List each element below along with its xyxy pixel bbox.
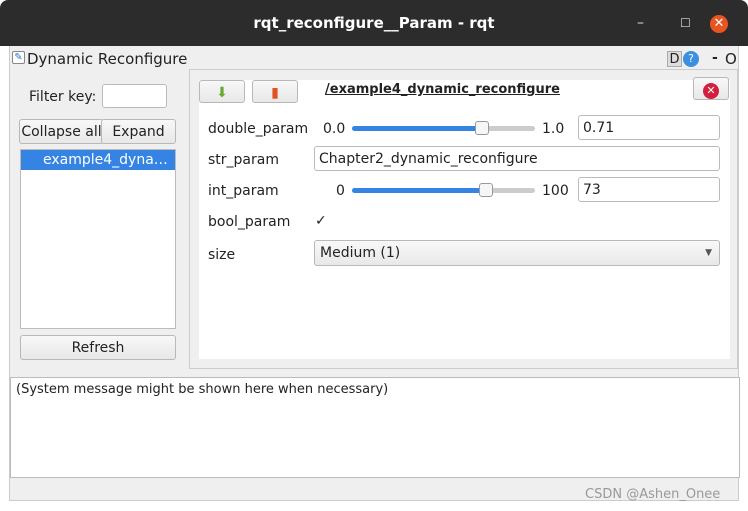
watermark: CSDN @Ashen_Onee: [585, 487, 721, 502]
int-value-input[interactable]: 73: [578, 177, 720, 202]
slider-handle[interactable]: [474, 121, 489, 135]
app-body: ✎ Dynamic Reconfigure D ? - O Filter key…: [9, 46, 740, 501]
str-param-label: str_param: [208, 152, 279, 168]
int-slider[interactable]: [352, 183, 535, 197]
size-label: size: [208, 247, 236, 263]
double-value-input[interactable]: 0.71: [578, 115, 720, 140]
maximize-button[interactable]: ☐: [680, 15, 691, 31]
load-icon[interactable]: ▮: [252, 80, 298, 103]
window-title: rqt_reconfigure__Param - rqt: [253, 14, 495, 32]
double-param-label: double_param: [208, 121, 309, 137]
double-max: 1.0: [542, 121, 565, 137]
slider-handle[interactable]: [478, 183, 493, 197]
close-node-button[interactable]: ✕: [693, 77, 729, 100]
pencil-icon: ✎: [12, 51, 25, 64]
help-icon[interactable]: ?: [683, 51, 699, 67]
minimize-plugin-button[interactable]: -: [712, 50, 718, 66]
param-editor: ⬇ ▮ /example4_dynamic_reconfigure ✕ doub…: [199, 77, 730, 359]
close-icon: ✕: [703, 83, 719, 99]
d-button[interactable]: D: [667, 51, 682, 67]
size-select[interactable]: Medium (1) ▼: [314, 240, 720, 266]
slider-fill: [352, 188, 486, 193]
filter-key-input[interactable]: [102, 84, 167, 108]
int-min: 0: [336, 183, 345, 199]
save-icon[interactable]: ⬇: [199, 80, 245, 103]
close-window-button[interactable]: ✕: [710, 15, 728, 33]
double-min: 0.0: [323, 121, 346, 137]
minimize-button[interactable]: –: [637, 15, 644, 31]
bool-param-label: bool_param: [208, 214, 291, 230]
status-message: (System message might be shown here when…: [16, 382, 389, 397]
close-plugin-button[interactable]: O: [725, 50, 737, 68]
collapse-all-button[interactable]: Collapse all: [19, 119, 104, 144]
status-area: (System message might be shown here when…: [10, 377, 740, 478]
expand-all-button[interactable]: Expand all: [101, 119, 176, 164]
tree-item[interactable]: example4_dyna…: [21, 150, 175, 170]
str-param-input[interactable]: Chapter2_dynamic_reconfigure: [314, 146, 720, 171]
size-value: Medium (1): [320, 245, 401, 261]
double-slider[interactable]: [352, 121, 535, 135]
slider-fill: [352, 126, 482, 131]
int-max: 100: [542, 183, 569, 199]
int-param-label: int_param: [208, 183, 279, 199]
refresh-button[interactable]: Refresh: [20, 335, 176, 360]
node-tree[interactable]: example4_dyna…: [20, 149, 176, 329]
plugin-title: Dynamic Reconfigure: [27, 50, 188, 68]
title-bar: rqt_reconfigure__Param - rqt: [0, 0, 748, 46]
node-name: /example4_dynamic_reconfigure: [325, 82, 560, 97]
bool-param-checkbox[interactable]: ✓: [315, 213, 327, 229]
param-panel: ⬇ ▮ /example4_dynamic_reconfigure ✕ doub…: [189, 69, 738, 369]
chevron-down-icon: ▼: [705, 248, 712, 258]
filter-key-label: Filter key:: [29, 89, 97, 105]
